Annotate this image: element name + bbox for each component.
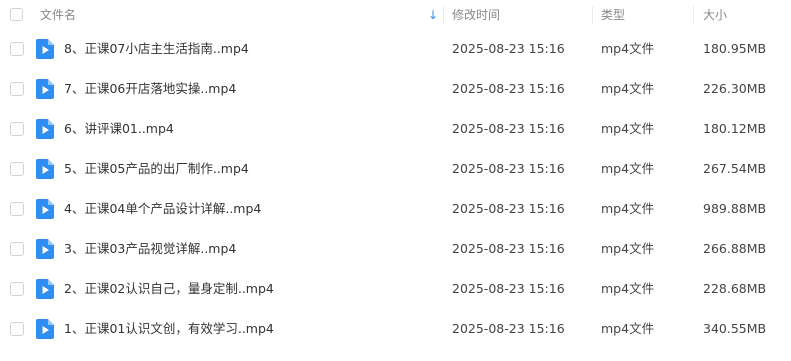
video-file-icon [36,279,54,299]
file-row[interactable]: 1、正课01认识文创，有效学习..mp4 2025-08-23 15:16 mp4文… [0,309,791,349]
video-file-icon [36,319,54,339]
file-modified: 2025-08-23 15:16 [452,281,565,296]
sort-desc-icon[interactable]: ↓ [428,0,438,30]
column-header-name[interactable]: 文件名 [40,0,76,30]
column-header-type[interactable]: 类型 [601,0,625,30]
file-modified: 2025-08-23 15:16 [452,321,565,336]
select-all-checkbox[interactable] [10,8,23,21]
column-divider[interactable] [592,6,593,24]
column-header-modified[interactable]: 修改时间 [452,0,500,30]
row-checkbox[interactable] [10,82,24,96]
file-row[interactable]: 8、正课07小店主生活指南..mp4 2025-08-23 15:16 mp4文件 1… [0,29,791,69]
file-size: 989.88MB [703,201,767,216]
file-list-header: 文件名 ↓ 修改时间 类型 大小 [0,0,791,30]
file-type: mp4文件 [601,121,655,136]
video-file-icon [36,159,54,179]
file-type: mp4文件 [601,201,655,216]
file-size: 266.88MB [703,241,767,256]
file-size: 180.12MB [703,121,767,136]
file-row[interactable]: 7、正课06开店落地实操..mp4 2025-08-23 15:16 mp4文件 22… [0,69,791,109]
file-type: mp4文件 [601,321,655,336]
file-name[interactable]: 1、正课01认识文创，有效学习..mp4 [64,309,274,349]
video-file-icon [36,239,54,259]
file-type: mp4文件 [601,281,655,296]
file-row[interactable]: 5、正课05产品的出厂制作..mp4 2025-08-23 15:16 mp4文件 2… [0,149,791,189]
file-name[interactable]: 2、正课02认识自己，量身定制..mp4 [64,269,274,309]
file-modified: 2025-08-23 15:16 [452,161,565,176]
file-size: 226.30MB [703,81,767,96]
file-row[interactable]: 3、正课03产品视觉详解..mp4 2025-08-23 15:16 mp4文件 26… [0,229,791,269]
file-type: mp4文件 [601,241,655,256]
column-divider[interactable] [443,6,444,24]
row-checkbox[interactable] [10,322,24,336]
row-checkbox[interactable] [10,282,24,296]
row-checkbox[interactable] [10,42,24,56]
row-checkbox[interactable] [10,202,24,216]
file-size: 267.54MB [703,161,767,176]
file-row[interactable]: 6、讲评课01..mp4 2025-08-23 15:16 mp4文件 180.12M… [0,109,791,149]
video-file-icon [36,199,54,219]
file-name[interactable]: 6、讲评课01..mp4 [64,109,174,149]
row-checkbox[interactable] [10,122,24,136]
video-file-icon [36,39,54,59]
column-header-size[interactable]: 大小 [703,0,727,30]
file-modified: 2025-08-23 15:16 [452,121,565,136]
file-name[interactable]: 5、正课05产品的出厂制作..mp4 [64,149,249,189]
file-size: 340.55MB [703,321,767,336]
file-row[interactable]: 4、正课04单个产品设计详解..mp4 2025-08-23 15:16 mp4文件… [0,189,791,229]
file-type: mp4文件 [601,81,655,96]
file-modified: 2025-08-23 15:16 [452,201,565,216]
video-file-icon [36,79,54,99]
file-size: 180.95MB [703,41,767,56]
file-name[interactable]: 8、正课07小店主生活指南..mp4 [64,29,249,69]
row-checkbox[interactable] [10,162,24,176]
video-file-icon [36,119,54,139]
file-modified: 2025-08-23 15:16 [452,41,565,56]
file-size: 228.68MB [703,281,767,296]
file-name[interactable]: 4、正课04单个产品设计详解..mp4 [64,189,261,229]
file-modified: 2025-08-23 15:16 [452,241,565,256]
column-divider[interactable] [693,6,694,24]
file-row[interactable]: 2、正课02认识自己，量身定制..mp4 2025-08-23 15:16 mp4文… [0,269,791,309]
file-modified: 2025-08-23 15:16 [452,81,565,96]
file-name[interactable]: 3、正课03产品视觉详解..mp4 [64,229,236,269]
file-type: mp4文件 [601,41,655,56]
file-type: mp4文件 [601,161,655,176]
row-checkbox[interactable] [10,242,24,256]
file-name[interactable]: 7、正课06开店落地实操..mp4 [64,69,236,109]
